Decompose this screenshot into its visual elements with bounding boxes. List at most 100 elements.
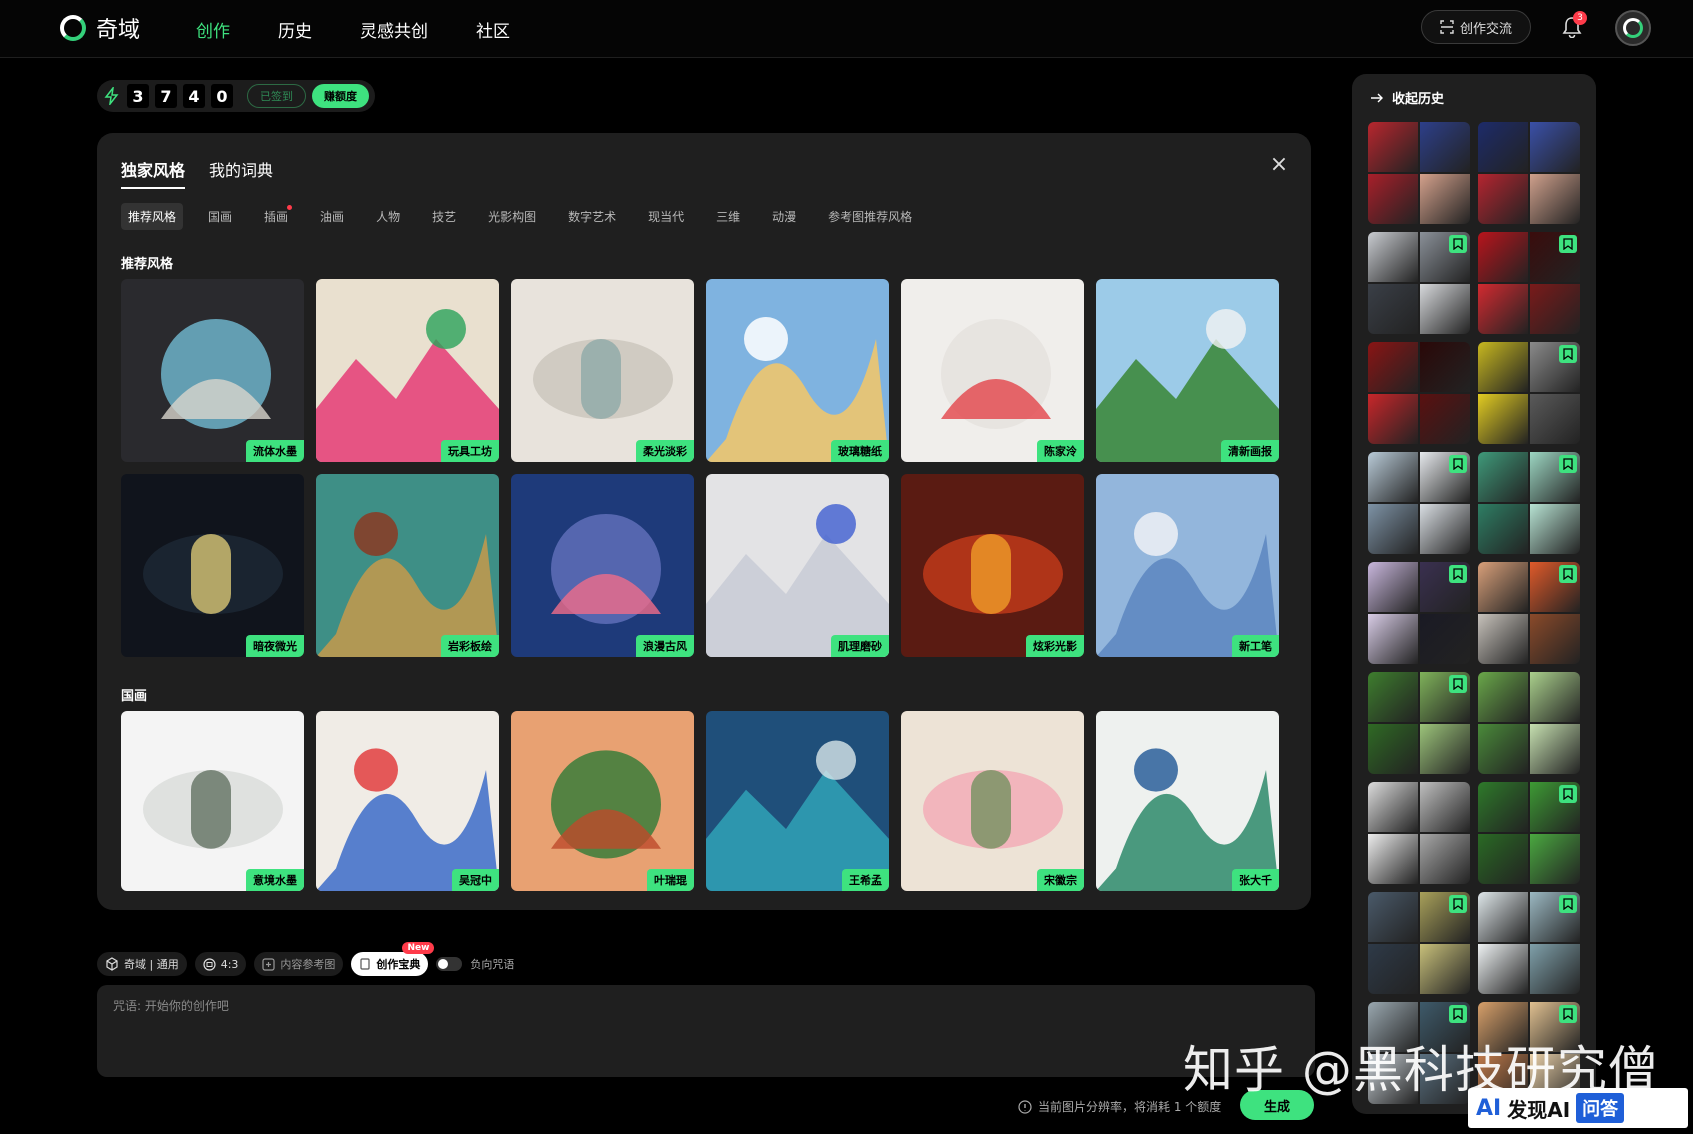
category-tab[interactable]: 推荐风格: [121, 203, 184, 230]
history-thumbnail: [1368, 672, 1418, 722]
bookmark-icon[interactable]: [1559, 895, 1577, 913]
bookmark-icon[interactable]: [1449, 235, 1467, 253]
history-item[interactable]: [1478, 562, 1580, 664]
history-item[interactable]: [1368, 892, 1470, 994]
history-thumbnail: [1368, 782, 1418, 832]
history-thumbnail: [1420, 504, 1470, 554]
bookmark-icon[interactable]: [1559, 785, 1577, 803]
category-tab[interactable]: 油画: [313, 203, 351, 230]
history-item[interactable]: [1368, 232, 1470, 334]
style-label: 张大千: [1232, 869, 1279, 891]
category-tab[interactable]: 国画: [201, 203, 239, 230]
reference-image-label: 内容参考图: [280, 958, 336, 971]
history-thumbnail: [1368, 452, 1418, 502]
ratio-selector[interactable]: 4:3: [194, 952, 247, 976]
category-tab[interactable]: 人物: [369, 203, 407, 230]
style-thumbnail: [316, 279, 499, 462]
nav-item-create[interactable]: 创作: [196, 17, 230, 42]
style-card[interactable]: 浪漫古风: [511, 474, 694, 657]
style-card[interactable]: 吴冠中: [316, 711, 499, 891]
tab-exclusive-styles[interactable]: 独家风格: [121, 157, 186, 189]
history-item[interactable]: [1478, 782, 1580, 884]
style-card[interactable]: 玩具工坊: [316, 279, 499, 462]
style-card[interactable]: 岩彩板绘: [316, 474, 499, 657]
bookmark-icon[interactable]: [1449, 895, 1467, 913]
history-item[interactable]: [1368, 672, 1470, 774]
history-thumbnail: [1478, 232, 1528, 282]
category-tab[interactable]: 光影构图: [481, 203, 543, 230]
main-nav: 创作 历史 灵感共创 社区: [196, 17, 510, 42]
category-tab[interactable]: 动漫: [765, 203, 803, 230]
category-tab[interactable]: 现当代: [641, 203, 691, 230]
style-card[interactable]: 流体水墨: [121, 279, 304, 462]
style-label: 叶瑞琨: [647, 869, 694, 891]
close-icon[interactable]: ×: [1269, 154, 1289, 176]
model-selector[interactable]: 奇域 | 通用: [97, 952, 187, 976]
history-thumbnail: [1368, 504, 1418, 554]
style-card[interactable]: 炫彩光影: [901, 474, 1084, 657]
bookmark-icon[interactable]: [1559, 455, 1577, 473]
collapse-history-button[interactable]: 收起历史: [1370, 88, 1444, 107]
bookmark-icon[interactable]: [1559, 345, 1577, 363]
style-card[interactable]: 陈家泠: [901, 279, 1084, 462]
style-card[interactable]: 张大千: [1096, 711, 1279, 891]
bookmark-icon[interactable]: [1559, 235, 1577, 253]
history-item[interactable]: [1368, 782, 1470, 884]
tab-my-dictionary[interactable]: 我的词典: [209, 157, 273, 189]
history-item[interactable]: [1478, 122, 1580, 224]
credit-digit: 0: [211, 84, 233, 108]
bookmark-icon[interactable]: [1449, 455, 1467, 473]
history-thumbnail: [1530, 504, 1580, 554]
history-item[interactable]: [1478, 342, 1580, 444]
category-tab[interactable]: 参考图推荐风格: [821, 203, 919, 230]
watermark-logo-box: 问答: [1576, 1093, 1625, 1123]
negative-prompt-toggle[interactable]: [436, 957, 463, 971]
history-thumbnail: [1478, 342, 1528, 392]
history-item[interactable]: [1368, 122, 1470, 224]
style-card[interactable]: 肌理磨砂: [706, 474, 889, 657]
style-card[interactable]: 柔光淡彩: [511, 279, 694, 462]
notification-badge: 3: [1573, 11, 1587, 25]
recommended-section-title: 推荐风格: [121, 257, 174, 272]
bookmark-icon[interactable]: [1559, 565, 1577, 583]
category-tab[interactable]: 技艺: [425, 203, 463, 230]
arrow-right-icon: [1371, 93, 1383, 102]
history-thumbnail: [1368, 562, 1418, 612]
app-logo[interactable]: 奇域: [60, 12, 140, 44]
history-item[interactable]: [1368, 562, 1470, 664]
style-card[interactable]: 叶瑞琨: [511, 711, 694, 891]
reference-image-button[interactable]: 内容参考图: [254, 952, 344, 976]
user-avatar[interactable]: [1615, 10, 1651, 46]
earn-credits-button[interactable]: 赚额度: [312, 84, 369, 108]
category-tab[interactable]: 插画: [257, 203, 295, 230]
nav-item-community[interactable]: 社区: [476, 17, 510, 42]
style-card[interactable]: 玻璃糖纸: [706, 279, 889, 462]
history-item[interactable]: [1478, 892, 1580, 994]
bookmark-icon[interactable]: [1449, 565, 1467, 583]
history-thumbnail: [1420, 614, 1470, 664]
history-item[interactable]: [1478, 672, 1580, 774]
style-card[interactable]: 意境水墨: [121, 711, 304, 891]
bookmark-icon[interactable]: [1449, 1005, 1467, 1023]
nav-item-inspiration[interactable]: 灵感共创: [360, 17, 428, 42]
history-item[interactable]: [1368, 452, 1470, 554]
creation-guide-button[interactable]: 创作宝典 New: [351, 942, 435, 976]
style-card[interactable]: 清新画报: [1096, 279, 1279, 462]
exchange-button[interactable]: 创作交流: [1421, 10, 1531, 44]
style-card[interactable]: 宋徽宗: [901, 711, 1084, 891]
history-thumbnail: [1530, 174, 1580, 224]
category-tab[interactable]: 数字艺术: [561, 203, 623, 230]
category-tab[interactable]: 三维: [709, 203, 747, 230]
history-item[interactable]: [1478, 452, 1580, 554]
bookmark-icon[interactable]: [1559, 1005, 1577, 1023]
style-card[interactable]: 新工笔: [1096, 474, 1279, 657]
history-thumbnail: [1530, 394, 1580, 444]
history-item[interactable]: [1478, 232, 1580, 334]
style-card[interactable]: 王希孟: [706, 711, 889, 891]
style-label: 浪漫古风: [636, 635, 694, 657]
prompt-input[interactable]: [113, 999, 1293, 1013]
nav-item-history[interactable]: 历史: [278, 17, 312, 42]
history-item[interactable]: [1368, 342, 1470, 444]
bookmark-icon[interactable]: [1449, 675, 1467, 693]
style-card[interactable]: 暗夜微光: [121, 474, 304, 657]
